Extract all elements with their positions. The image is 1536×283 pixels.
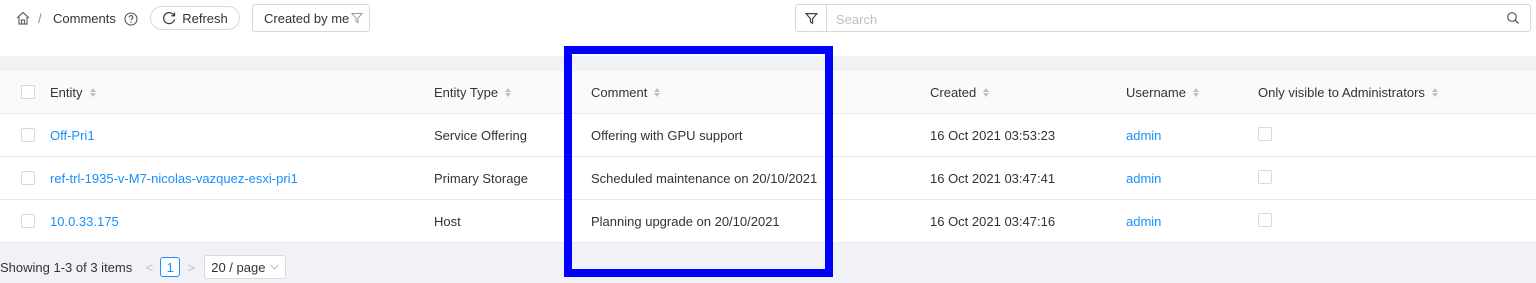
column-label: Entity Type bbox=[434, 84, 499, 100]
comments-table: Entity Entity Type Comment Created Usern… bbox=[0, 71, 1536, 243]
page-title: Comments bbox=[53, 11, 116, 26]
column-label: Comment bbox=[591, 84, 648, 100]
next-page-button[interactable]: > bbox=[184, 260, 198, 275]
search-icon[interactable] bbox=[1506, 11, 1520, 25]
refresh-button[interactable]: Refresh bbox=[150, 6, 240, 30]
column-label: Entity bbox=[50, 84, 83, 100]
table-row: ref-trl-1935-v-M7-nicolas-vazquez-esxi-p… bbox=[0, 156, 1536, 200]
search-filter-button[interactable] bbox=[796, 5, 827, 31]
created-cell: 16 Oct 2021 03:53:23 bbox=[930, 127, 1056, 143]
sort-icon bbox=[505, 87, 512, 97]
sort-icon bbox=[983, 87, 990, 97]
chevron-down-icon bbox=[270, 264, 280, 270]
filter-label: Created by me bbox=[264, 10, 350, 26]
top-toolbar: / Comments Refresh Created by me bbox=[0, 0, 1536, 56]
column-header-admin-only[interactable]: Only visible to Administrators bbox=[1258, 85, 1536, 100]
funnel-icon bbox=[804, 12, 818, 24]
funnel-icon bbox=[351, 13, 364, 24]
refresh-icon bbox=[163, 12, 176, 25]
row-checkbox[interactable] bbox=[21, 214, 35, 228]
question-circle-icon[interactable] bbox=[124, 12, 138, 26]
column-label: Created bbox=[930, 84, 977, 100]
created-by-me-filter-button[interactable]: Created by me bbox=[252, 4, 370, 32]
admin-only-checkbox[interactable] bbox=[1258, 126, 1272, 141]
select-all-checkbox[interactable] bbox=[21, 85, 35, 99]
column-header-comment[interactable]: Comment bbox=[591, 85, 930, 100]
created-cell: 16 Oct 2021 03:47:41 bbox=[930, 170, 1056, 186]
sort-icon bbox=[89, 87, 96, 97]
comment-cell: Scheduled maintenance on 20/10/2021 bbox=[591, 170, 818, 186]
page-size-value: 20 / page bbox=[211, 259, 266, 275]
username-link[interactable]: admin bbox=[1126, 128, 1161, 143]
sort-icon bbox=[654, 87, 661, 97]
table-header-row: Entity Entity Type Comment Created Usern… bbox=[0, 71, 1536, 114]
row-checkbox[interactable] bbox=[21, 171, 35, 185]
entity-link[interactable]: 10.0.33.175 bbox=[50, 214, 119, 229]
username-link[interactable]: admin bbox=[1126, 214, 1161, 229]
column-header-entity[interactable]: Entity bbox=[50, 85, 434, 100]
breadcrumb-separator: / bbox=[38, 11, 42, 26]
search-input[interactable] bbox=[827, 5, 1498, 33]
table-row: 10.0.33.175 Host Planning upgrade on 20/… bbox=[0, 199, 1536, 243]
prev-page-button[interactable]: < bbox=[142, 260, 156, 275]
page-1-button[interactable]: 1 bbox=[160, 257, 181, 277]
row-checkbox[interactable] bbox=[21, 128, 35, 142]
sort-icon bbox=[1431, 87, 1438, 97]
home-icon[interactable] bbox=[15, 10, 31, 26]
search-box bbox=[795, 4, 1531, 33]
pagination-total: Showing 1-3 of 3 items bbox=[0, 259, 133, 275]
comment-cell: Planning upgrade on 20/10/2021 bbox=[591, 213, 780, 229]
username-link[interactable]: admin bbox=[1126, 171, 1161, 186]
entity-type-cell: Service Offering bbox=[434, 127, 527, 143]
pagination: Showing 1-3 of 3 items < 1 > 20 / page bbox=[0, 255, 287, 279]
column-header-username[interactable]: Username bbox=[1126, 85, 1258, 100]
comment-cell: Offering with GPU support bbox=[591, 127, 743, 143]
column-label: Only visible to Administrators bbox=[1258, 84, 1425, 100]
created-cell: 16 Oct 2021 03:47:16 bbox=[930, 213, 1056, 229]
sort-icon bbox=[1192, 87, 1199, 97]
entity-link[interactable]: Off-Pri1 bbox=[50, 128, 95, 143]
column-header-created[interactable]: Created bbox=[930, 85, 1126, 100]
refresh-label: Refresh bbox=[182, 10, 228, 26]
column-header-entity-type[interactable]: Entity Type bbox=[434, 85, 591, 100]
entity-type-cell: Primary Storage bbox=[434, 170, 528, 186]
table-row: Off-Pri1 Service Offering Offering with … bbox=[0, 113, 1536, 157]
entity-type-cell: Host bbox=[434, 213, 461, 229]
page-size-select[interactable]: 20 / page bbox=[204, 255, 287, 279]
admin-only-checkbox[interactable] bbox=[1258, 169, 1272, 184]
column-label: Username bbox=[1126, 84, 1186, 100]
admin-only-checkbox[interactable] bbox=[1258, 212, 1272, 227]
entity-link[interactable]: ref-trl-1935-v-M7-nicolas-vazquez-esxi-p… bbox=[50, 171, 298, 186]
